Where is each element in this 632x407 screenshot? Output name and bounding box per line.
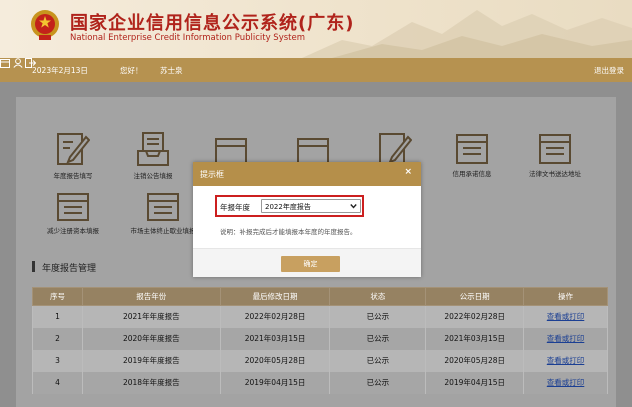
- document-list-icon: [539, 134, 571, 164]
- tile-label: 信用承诺信息: [452, 170, 492, 178]
- table-cell: 2: [32, 327, 83, 350]
- tile-reduce-capital[interactable]: 减少注册资本填报: [38, 192, 108, 235]
- username: 苏士泉: [160, 66, 183, 75]
- annual-report-table: 序号 报告年份 最后修改日期 状态 公示日期 操作 1 2021年年度报告 20…: [32, 287, 608, 394]
- tile-label: 法律文书送达地址: [529, 170, 581, 178]
- table-cell: 2021年年度报告: [81, 305, 221, 328]
- table-cell: 2019年04月15日: [425, 371, 525, 394]
- chevron-down-icon: [350, 204, 357, 209]
- column-header: 状态: [329, 287, 427, 306]
- document-list-icon: [57, 193, 89, 221]
- table-cell: 2020年05月28日: [425, 349, 525, 372]
- table-row: 3 2019年年度报告 2020年05月28日 已公示 2020年05月28日 …: [32, 349, 608, 372]
- table-cell: 4: [32, 371, 83, 394]
- view-print-link[interactable]: 查看或打印: [523, 349, 608, 372]
- tile-legal-document-address[interactable]: 法律文书送达地址: [520, 133, 590, 178]
- confirm-button[interactable]: 确定: [281, 256, 340, 272]
- table-cell: 2019年年度报告: [81, 349, 221, 372]
- calendar-icon: [0, 59, 10, 68]
- prompt-dialog: 提示框 × 年报年度 2022年度报告 说明：补报完成后才能填报本年度的年度报告…: [193, 162, 421, 277]
- table-row: 1 2021年年度报告 2022年02月28日 已公示 2022年02月28日 …: [32, 305, 608, 328]
- column-header: 公示日期: [425, 287, 525, 306]
- tile-annual-report-fill[interactable]: 年度报告填写: [38, 131, 108, 180]
- column-header: 序号: [32, 287, 83, 306]
- table-cell: 已公示: [329, 349, 427, 372]
- table-cell: 2021年03月15日: [219, 327, 331, 350]
- section-marker: [32, 261, 35, 272]
- table-cell: 已公示: [329, 371, 427, 394]
- table-row: 2 2020年年度报告 2021年03月15日 已公示 2021年03月15日 …: [32, 327, 608, 350]
- tile-label: 年度报告填写: [53, 172, 93, 180]
- dialog-note: 说明：补报完成后才能填报本年度的年度报告。: [220, 228, 357, 236]
- column-header: 最后修改日期: [219, 287, 331, 306]
- report-year-select[interactable]: 2022年度报告: [261, 199, 361, 213]
- dialog-title: 提示框: [200, 170, 224, 179]
- table-cell: 已公示: [329, 305, 427, 328]
- report-year-label: 年报年度: [220, 203, 250, 212]
- tile-cancellation-notice[interactable]: 注销公告填报: [118, 131, 188, 180]
- report-year-selected-value: 2022年度报告: [265, 203, 311, 211]
- inbox-document-icon: [137, 132, 169, 166]
- edit-form-icon: [57, 133, 90, 165]
- logout-link[interactable]: 退出登录: [594, 65, 624, 76]
- table-cell: 1: [32, 305, 83, 328]
- current-date: 2023年2月13日: [32, 66, 88, 75]
- table-cell: 2022年02月28日: [219, 305, 331, 328]
- tile-label: 注销公告填报: [133, 172, 173, 180]
- table-cell: 已公示: [329, 327, 427, 350]
- dialog-footer: 确定: [193, 248, 421, 277]
- document-list-icon: [147, 193, 179, 221]
- table-cell: 3: [32, 349, 83, 372]
- site-subtitle: National Enterprise Credit Information P…: [70, 33, 305, 43]
- greeting-text: 您好！: [120, 66, 143, 75]
- year-select-highlight: 年报年度 2022年度报告: [215, 195, 364, 217]
- tile-credit-commitment[interactable]: 信用承诺信息: [437, 133, 507, 178]
- site-title: 国家企业信用信息公示系统(广东): [70, 13, 355, 34]
- view-print-link[interactable]: 查看或打印: [523, 305, 608, 328]
- national-emblem-icon: [31, 10, 59, 40]
- table-cell: 2021年03月15日: [425, 327, 525, 350]
- view-print-link[interactable]: 查看或打印: [523, 371, 608, 394]
- table-cell: 2018年年度报告: [81, 371, 221, 394]
- site-header: 国家企业信用信息公示系统(广东) National Enterprise Cre…: [0, 0, 632, 58]
- view-print-link[interactable]: 查看或打印: [523, 327, 608, 350]
- table-cell: 2020年05月28日: [219, 349, 331, 372]
- column-header: 操作: [523, 287, 608, 306]
- tile-label: 减少注册资本填报: [47, 227, 99, 235]
- table-cell: 2022年02月28日: [425, 305, 525, 328]
- table-cell: 2019年04月15日: [219, 371, 331, 394]
- section-title: 年度报告管理: [42, 264, 97, 274]
- user-icon: [12, 58, 23, 68]
- table-row: 4 2018年年度报告 2019年04月15日 已公示 2019年04月15日 …: [32, 371, 608, 394]
- column-header: 报告年份: [81, 287, 221, 306]
- dialog-header: 提示框 ×: [193, 162, 421, 186]
- document-list-icon: [456, 134, 488, 164]
- table-header-row: 序号 报告年份 最后修改日期 状态 公示日期 操作: [32, 287, 608, 306]
- table-cell: 2020年年度报告: [81, 327, 221, 350]
- close-icon[interactable]: ×: [404, 167, 412, 177]
- user-info-bar: 2023年2月13日 您好！ 苏士泉 退出登录: [0, 58, 632, 82]
